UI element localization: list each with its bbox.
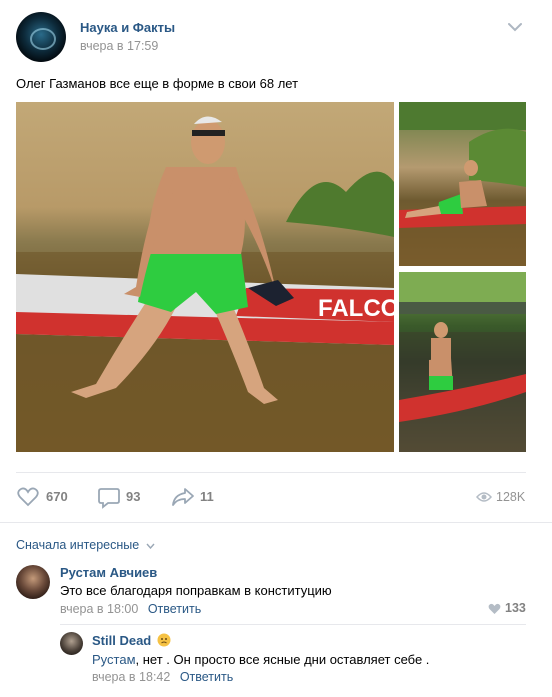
post-photo-side-top[interactable] (399, 102, 526, 266)
share-icon[interactable] (171, 487, 195, 507)
reply-mention[interactable]: Рустам (92, 652, 136, 667)
eye-icon (476, 492, 492, 502)
reply-meta: вчера в 18:42 Ответить (92, 670, 233, 684)
reply-reply-button[interactable]: Ответить (180, 670, 233, 684)
photo-main-illustration: FALCO (16, 116, 394, 452)
actions-divider (16, 472, 526, 473)
reply-divider (60, 624, 526, 625)
reply-text-line: Рустам, нет . Он просто все ясные дни ос… (92, 652, 429, 667)
comment-time[interactable]: вчера в 18:00 (60, 602, 138, 616)
reply-text: , нет . Он просто все ясные дни оставляе… (135, 652, 430, 667)
reply-button[interactable]: Ответить (148, 602, 201, 616)
comments-divider (0, 522, 552, 523)
chevron-down-icon[interactable] (508, 22, 522, 32)
photo-bottom-illustration (399, 272, 526, 452)
heart-icon[interactable] (17, 487, 39, 507)
comments-count[interactable]: 93 (126, 489, 140, 504)
reply-author[interactable]: Still Dead (92, 633, 151, 648)
reply-author-line: Still Dead (92, 633, 171, 648)
post-photo-main[interactable]: FALCO (16, 102, 394, 452)
reply-avatar[interactable] (60, 632, 83, 655)
community-avatar[interactable] (16, 12, 66, 62)
comments-sort-toggle[interactable]: Сначала интересные (16, 538, 155, 552)
comment-icon[interactable] (98, 487, 120, 509)
comment-avatar[interactable] (16, 565, 50, 599)
likes-count[interactable]: 670 (46, 489, 68, 504)
comment-heart-icon[interactable] (488, 603, 501, 615)
shares-count[interactable]: 11 (200, 489, 214, 504)
sort-chevron-icon (146, 543, 155, 550)
emoji-icon (157, 633, 171, 647)
post-text: Олег Газманов все еще в форме в свои 68 … (16, 76, 299, 91)
board-text: FALCO (318, 295, 394, 322)
comments-sort-label: Сначала интересные (16, 538, 140, 552)
photo-top-illustration (399, 102, 526, 266)
post-author[interactable]: Наука и Факты (80, 20, 175, 35)
post-photo-side-bottom[interactable] (399, 272, 526, 452)
views-count: 128K (496, 490, 526, 504)
reply-time[interactable]: вчера в 18:42 (92, 670, 170, 684)
post-time[interactable]: вчера в 17:59 (80, 39, 158, 53)
comment-likes[interactable]: 133 (505, 601, 526, 615)
comment-author[interactable]: Рустам Авчиев (60, 565, 157, 580)
comment-meta: вчера в 18:00 Ответить (60, 602, 201, 616)
comment-text: Это все благодаря поправкам в конституци… (60, 583, 332, 598)
